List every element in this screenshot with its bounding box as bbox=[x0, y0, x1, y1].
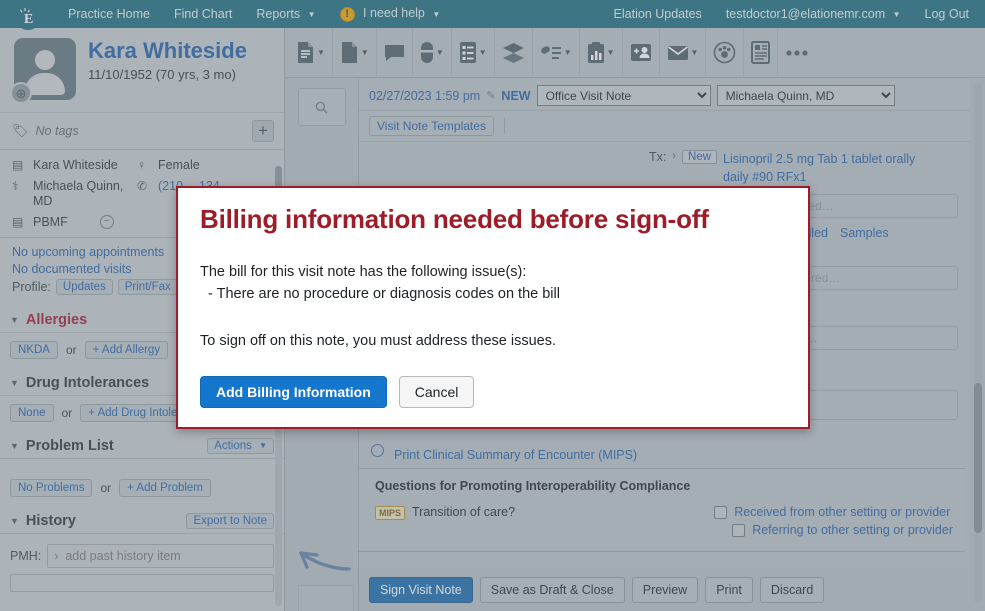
modal-closing-text: To sign off on this note, you must addre… bbox=[200, 332, 556, 349]
modal-title: Billing information needed before sign-o… bbox=[200, 204, 709, 234]
modal-body: The bill for this visit note has the fol… bbox=[178, 235, 808, 352]
modal-actions: Add Billing Information Cancel bbox=[178, 352, 808, 409]
modal-intro-text: The bill for this visit note has the fol… bbox=[200, 264, 527, 280]
application-window: E Practice Home Find Chart Reports ▼ ! I… bbox=[0, 0, 985, 611]
modal-issue-item: - There are no procedure or diagnosis co… bbox=[208, 286, 560, 303]
add-billing-information-button[interactable]: Add Billing Information bbox=[200, 376, 387, 409]
billing-information-modal: Billing information needed before sign-o… bbox=[176, 186, 810, 429]
cancel-button[interactable]: Cancel bbox=[398, 376, 475, 409]
